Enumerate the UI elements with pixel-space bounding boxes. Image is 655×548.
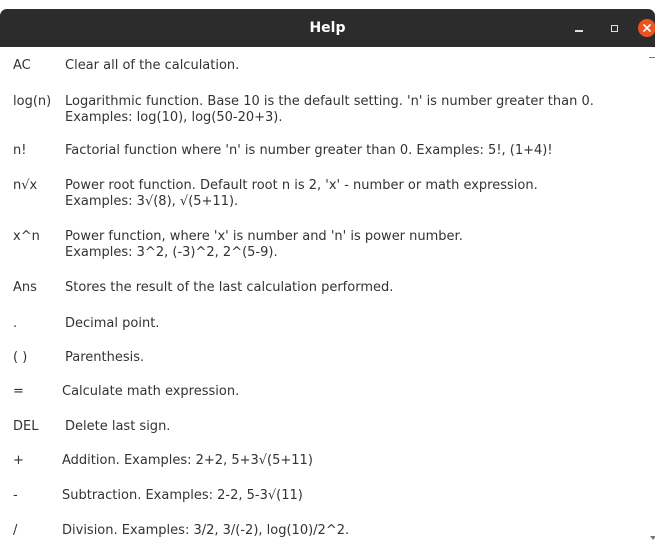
help-key: Ans [13, 280, 37, 295]
help-key: n! [13, 143, 27, 158]
help-description-line: Parenthesis. [65, 350, 145, 365]
help-description-line: Factorial function where 'n' is number g… [65, 143, 553, 158]
help-key: DEL [13, 419, 39, 434]
help-key: = [13, 384, 24, 399]
help-description: Delete last sign. [65, 419, 170, 435]
help-description-line: Power root function. Default root n is 2… [65, 178, 538, 193]
help-description: Parenthesis. [65, 350, 144, 366]
help-key: AC [13, 58, 31, 73]
help-description: Clear all of the calculation. [65, 58, 239, 74]
help-description: Division. Examples: 3/2, 3/(-2), log(10)… [62, 523, 349, 539]
help-description-line: Logarithmic function. Base 10 is the def… [65, 94, 594, 109]
help-window: Help AC Clear all of the calculation. lo… [0, 0, 655, 548]
help-description-line: Power function, where 'x' is number and … [65, 229, 463, 244]
help-description-line: Calculate math expression. [62, 384, 240, 399]
minimize-button[interactable] [569, 18, 589, 38]
help-description-line: Clear all of the calculation. [65, 58, 240, 73]
help-description: Stores the result of the last calculatio… [65, 280, 393, 296]
help-description: Decimal point. [65, 316, 159, 332]
help-key: + [13, 453, 24, 468]
help-description-line: Addition. Examples: 2+2, 5+3√(5+11) [62, 453, 313, 468]
help-key: . [13, 316, 18, 331]
help-description-line: Subtraction. Examples: 2-2, 5-3√(11) [62, 488, 303, 503]
help-description: Power root function. Default root n is 2… [65, 178, 538, 210]
vertical-scrollbar[interactable] [648, 47, 655, 548]
help-description-line: Stores the result of the last calculatio… [65, 280, 394, 295]
help-key: log(n) [13, 94, 52, 109]
help-description: Factorial function where 'n' is number g… [65, 143, 553, 159]
window-title: Help [309, 20, 346, 36]
help-key: n√x [13, 178, 38, 193]
scroll-up-indicator[interactable] [649, 57, 655, 58]
help-content: AC Clear all of the calculation. log(n) … [0, 47, 648, 548]
help-description-line: Division. Examples: 3/2, 3/(-2), log(10)… [62, 523, 350, 538]
help-description: Calculate math expression. [62, 384, 239, 400]
help-description: Addition. Examples: 2+2, 5+3√(5+11) [62, 453, 313, 469]
close-icon [638, 19, 655, 37]
help-key: x^n [13, 229, 40, 244]
maximize-button[interactable] [604, 18, 624, 38]
help-description: Subtraction. Examples: 2-2, 5-3√(11) [62, 488, 303, 504]
minimize-icon [575, 29, 583, 32]
close-button[interactable] [637, 18, 655, 38]
help-description-line: Examples: 3^2, (-3)^2, 2^(5-9). [65, 245, 278, 260]
help-description: Logarithmic function. Base 10 is the def… [65, 94, 594, 126]
help-description-line: Examples: 3√(8), √(5+11). [65, 194, 239, 209]
help-key: / [13, 523, 18, 538]
help-description-line: Examples: log(10), log(50-20+3). [65, 110, 283, 125]
help-description-line: Delete last sign. [65, 419, 171, 434]
help-key: ( ) [13, 350, 28, 365]
help-description-line: Decimal point. [65, 316, 160, 331]
help-key: - [13, 488, 18, 503]
maximize-icon [610, 24, 618, 32]
scroll-down-icon[interactable] [650, 536, 655, 540]
help-description: Power function, where 'x' is number and … [65, 229, 463, 261]
title-bar[interactable]: Help [0, 9, 655, 47]
